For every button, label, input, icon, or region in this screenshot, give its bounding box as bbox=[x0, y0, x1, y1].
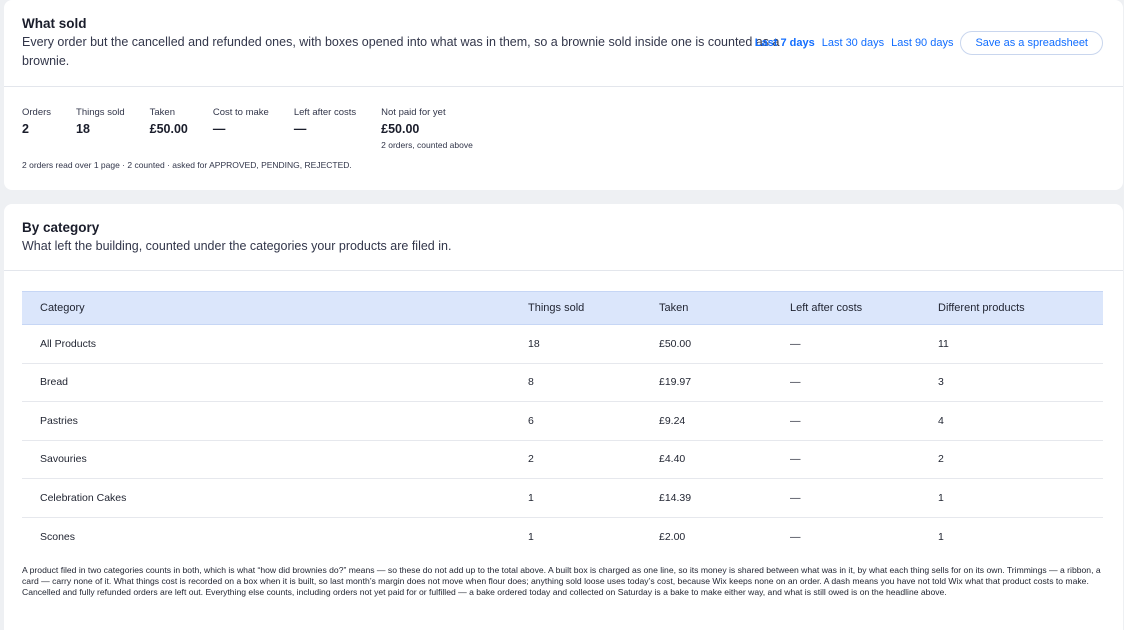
summary-stats: Orders 2 Things sold 18 Taken £50.00 Cos… bbox=[22, 107, 498, 151]
stat-value: — bbox=[212, 122, 226, 136]
cell-different-products: 3 bbox=[938, 363, 1103, 402]
stat-value: £50.00 bbox=[149, 122, 188, 136]
cell-things-sold: 1 bbox=[528, 530, 534, 543]
stat-things-sold: Things sold 18 bbox=[76, 107, 125, 151]
category-table-wrap: Category Things sold Taken Left after co… bbox=[22, 291, 1103, 556]
cell-left-after-costs: — bbox=[790, 363, 938, 402]
cell-category: Bread bbox=[22, 363, 528, 402]
by-category-card: By category What left the building, coun… bbox=[4, 204, 1123, 630]
table-row: Celebration Cakes 1 £14.39 — 1 bbox=[22, 478, 1103, 518]
divider bbox=[4, 270, 1123, 271]
column-header-left-after-costs: Left after costs bbox=[790, 291, 938, 325]
stat-value: — bbox=[293, 122, 307, 136]
cell-category: All Products bbox=[22, 324, 528, 364]
range-last-7-days[interactable]: Last 7 days bbox=[755, 37, 815, 49]
table-row: Bread 8 £19.97 — 3 bbox=[22, 363, 1103, 402]
cell-things-sold: 6 bbox=[528, 401, 659, 441]
column-header-category: Category bbox=[22, 291, 528, 325]
save-spreadsheet-button[interactable]: Save as a spreadsheet bbox=[960, 31, 1103, 55]
stat-label: Not paid for yet bbox=[381, 107, 446, 118]
cell-left-after-costs: — bbox=[790, 440, 938, 479]
table-row: Savouries 2 £4.40 — 2 bbox=[22, 440, 1103, 479]
divider bbox=[4, 86, 1123, 87]
by-category-subtitle: What left the building, counted under th… bbox=[22, 239, 452, 253]
reads-note: 2 orders read over 1 page · 2 counted · … bbox=[22, 160, 352, 170]
by-category-header: By category What left the building, coun… bbox=[4, 204, 1123, 256]
stat-not-paid-for-yet: Not paid for yet £50.00 2 orders, counte… bbox=[381, 107, 473, 151]
range-last-30-days[interactable]: Last 30 days bbox=[822, 37, 884, 49]
stat-label: Orders bbox=[22, 107, 52, 118]
cell-different-products: 1 bbox=[938, 530, 944, 543]
table-header-row: Category Things sold Taken Left after co… bbox=[22, 291, 1103, 325]
cell-different-products: 2 bbox=[938, 440, 1103, 479]
stat-cost-to-make: Cost to make — bbox=[213, 107, 269, 151]
cell-category: Savouries bbox=[22, 440, 528, 479]
cell-left-after-costs: — bbox=[790, 478, 938, 518]
cell-things-sold: 2 bbox=[528, 440, 659, 479]
table-row: Scones 1 £2.00 — 1 bbox=[22, 517, 1103, 556]
cell-left-after-costs: — bbox=[790, 401, 938, 441]
stat-value: £50.00 bbox=[381, 122, 420, 136]
cell-taken: £14.39 bbox=[659, 478, 790, 518]
cell-taken: £2.00 bbox=[659, 530, 686, 543]
cell-things-sold: 18 bbox=[528, 324, 659, 364]
stat-note: 2 orders, counted above bbox=[381, 140, 473, 150]
cell-category: Scones bbox=[40, 530, 76, 543]
cell-things-sold: 1 bbox=[528, 478, 659, 518]
stat-orders: Orders 2 bbox=[22, 107, 51, 151]
stat-value: 18 bbox=[76, 122, 90, 136]
cell-things-sold: 8 bbox=[528, 363, 659, 402]
cell-taken: £9.24 bbox=[659, 401, 790, 441]
stat-left-after-costs: Left after costs — bbox=[294, 107, 356, 151]
cell-different-products: 4 bbox=[938, 401, 1103, 441]
cell-taken: £19.97 bbox=[659, 363, 790, 402]
cell-different-products: 11 bbox=[938, 324, 1103, 364]
cell-left-after-costs: — bbox=[790, 324, 938, 364]
table-row: Pastries 6 £9.24 — 4 bbox=[22, 401, 1103, 441]
cell-left-after-costs: — bbox=[790, 530, 801, 543]
category-table: Category Things sold Taken Left after co… bbox=[22, 291, 1103, 556]
what-sold-subtitle: Every order but the cancelled and refund… bbox=[22, 35, 780, 68]
cell-taken: £50.00 bbox=[659, 324, 790, 364]
stat-label: Taken bbox=[149, 107, 175, 118]
column-header-taken: Taken bbox=[659, 291, 790, 325]
range-last-90-days[interactable]: Last 90 days bbox=[891, 37, 953, 49]
table-row: All Products 18 £50.00 — 11 bbox=[22, 324, 1103, 364]
cell-different-products: 1 bbox=[938, 478, 1103, 518]
what-sold-card: What sold Every order but the cancelled … bbox=[4, 0, 1123, 190]
stat-value: 2 bbox=[22, 122, 29, 136]
column-header-things-sold: Things sold bbox=[528, 291, 659, 325]
cell-taken: £4.40 bbox=[659, 440, 790, 479]
stat-taken: Taken £50.00 bbox=[150, 107, 188, 151]
stat-label: Cost to make bbox=[212, 107, 269, 118]
stat-label: Left after costs bbox=[293, 107, 357, 118]
range-selector: Last 7 days Last 30 days Last 90 days Sa… bbox=[755, 31, 1103, 55]
by-category-title: By category bbox=[22, 220, 100, 235]
cell-category: Pastries bbox=[22, 401, 528, 441]
stat-label: Things sold bbox=[76, 107, 125, 118]
column-header-different-products: Different products bbox=[938, 291, 1103, 325]
category-footnote: A product filed in two categories counts… bbox=[22, 565, 1101, 598]
cell-category: Celebration Cakes bbox=[22, 478, 528, 518]
